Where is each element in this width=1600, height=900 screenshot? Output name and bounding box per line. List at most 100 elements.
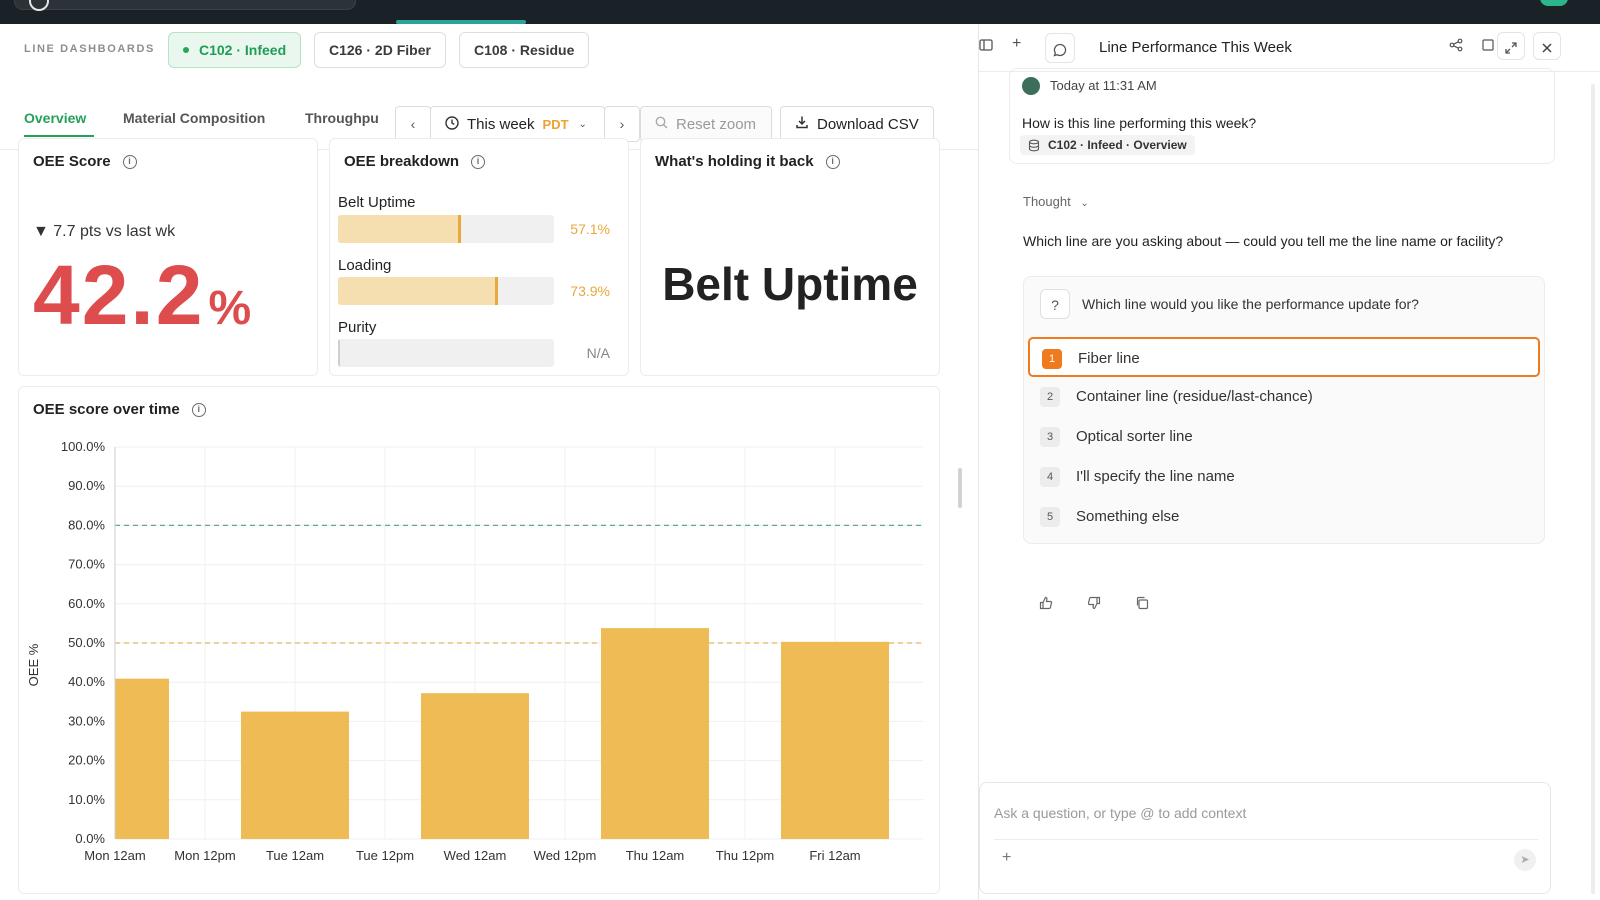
- y-tick-label: 30.0%: [68, 713, 105, 728]
- clock-icon: [445, 115, 459, 133]
- thought-label: Thought: [1023, 194, 1071, 209]
- composer-divider: [994, 839, 1538, 840]
- tab-throughput[interactable]: Throughpu: [305, 110, 379, 126]
- option-fiber-line[interactable]: 1 Fiber line: [1028, 337, 1540, 377]
- breakdown-fill: [338, 339, 340, 367]
- option-specify-line[interactable]: 4 I'll specify the line name: [1028, 457, 1540, 497]
- option-optical-sorter-line[interactable]: 3 Optical sorter line: [1028, 417, 1540, 457]
- prev-week-button[interactable]: ‹: [395, 106, 431, 142]
- oee-breakdown-title: OEE breakdown i: [344, 153, 486, 170]
- active-tab-underline: [24, 135, 94, 137]
- option-number: 3: [1040, 427, 1060, 447]
- breakdown-fill: [338, 215, 462, 243]
- add-attachment-icon[interactable]: +: [1002, 849, 1011, 867]
- breakdown-bar-purity: [338, 339, 554, 367]
- line-dashboards-label: LINE DASHBOARDS: [24, 43, 155, 55]
- thumbs-up-icon[interactable]: [1039, 596, 1053, 613]
- bar-fri: [781, 641, 889, 839]
- chat-scrollbar[interactable]: [1591, 84, 1595, 894]
- tab-overview[interactable]: Overview: [24, 110, 86, 126]
- breakdown-value-loading: 73.9%: [570, 283, 610, 299]
- context-chip[interactable]: C102 · Infeed · Overview: [1020, 135, 1195, 155]
- option-label: Something else: [1076, 508, 1180, 525]
- oee-score-title: OEE Score i: [33, 153, 137, 170]
- message-text: How is this line performing this week?: [1022, 115, 1257, 131]
- user-avatar: [1022, 77, 1040, 95]
- sidebar-toggle-icon[interactable]: [979, 38, 993, 55]
- chat-composer[interactable]: Ask a question, or type @ to add context…: [979, 782, 1551, 894]
- y-tick-label: 0.0%: [75, 831, 105, 846]
- x-tick-label: Wed 12am: [444, 848, 507, 863]
- date-range-label: This week: [467, 115, 535, 133]
- x-tick-label: Tue 12am: [266, 848, 324, 863]
- y-tick-label: 70.0%: [68, 557, 105, 572]
- card-title-text: OEE Score: [33, 153, 111, 170]
- breakdown-label-purity: Purity: [338, 319, 377, 336]
- layout-icon[interactable]: [1482, 38, 1494, 55]
- send-icon[interactable]: ➤: [1514, 849, 1536, 871]
- option-label: Container line (residue/last-chance): [1076, 388, 1313, 405]
- info-icon[interactable]: i: [825, 154, 840, 169]
- clarifying-question-card: ? Which line would you like the performa…: [1023, 276, 1545, 544]
- bar-wed: [421, 693, 529, 839]
- x-tick-label: Mon 12am: [84, 848, 145, 863]
- question-title: Which line would you like the performanc…: [1082, 296, 1419, 312]
- os-top-bar: [0, 0, 1600, 24]
- chevron-down-icon: ⌄: [578, 118, 587, 130]
- option-something-else[interactable]: 5 Something else: [1028, 497, 1540, 537]
- copy-icon[interactable]: [1135, 596, 1149, 613]
- breakdown-bar-loading: [338, 277, 554, 305]
- breakdown-label-loading: Loading: [338, 257, 392, 274]
- line-dashboard: LINE DASHBOARDS C102 · Infeed C126 · 2D …: [0, 24, 978, 900]
- oee-breakdown-card: OEE breakdown i Belt Uptime 57.1% Loadin…: [329, 138, 629, 376]
- info-icon[interactable]: i: [471, 154, 486, 169]
- url-bar[interactable]: [14, 0, 356, 11]
- breakdown-label-belt-uptime: Belt Uptime: [338, 194, 416, 211]
- y-tick-label: 50.0%: [68, 635, 105, 650]
- option-container-line[interactable]: 2 Container line (residue/last-chance): [1028, 377, 1540, 417]
- info-icon[interactable]: i: [122, 154, 137, 169]
- card-title-text: What's holding it back: [655, 153, 814, 170]
- thumbs-down-icon[interactable]: [1087, 596, 1101, 613]
- option-number: 2: [1040, 387, 1060, 407]
- oee-bar-chart[interactable]: 0.0% 10.0% 20.0% 30.0% 40.0% 50.0% 60.0% 70.0% 8…: [19, 387, 941, 895]
- x-tick-label: Wed 12pm: [534, 848, 597, 863]
- line-tab-c126[interactable]: C126 · 2D Fiber: [314, 32, 446, 68]
- y-tick-label: 10.0%: [68, 792, 105, 807]
- breakdown-value-purity: N/A: [586, 345, 610, 361]
- holding-back-card: What's holding it back i Belt Uptime: [640, 138, 940, 376]
- reload-icon[interactable]: [29, 0, 49, 11]
- user-avatar[interactable]: [1540, 0, 1568, 6]
- date-range-select[interactable]: This week PDT ⌄: [430, 106, 605, 142]
- panel-resize-handle[interactable]: [958, 468, 962, 508]
- timezone-badge: PDT: [542, 116, 569, 132]
- option-number: 5: [1040, 507, 1060, 527]
- close-icon[interactable]: [1533, 32, 1561, 60]
- download-icon: [795, 115, 809, 133]
- search-icon: [655, 116, 668, 133]
- new-chat-icon[interactable]: +: [1012, 35, 1021, 53]
- reset-zoom-button[interactable]: Reset zoom: [640, 106, 772, 142]
- y-tick-label: 80.0%: [68, 517, 105, 532]
- chat-bubble-icon[interactable]: [1045, 33, 1075, 63]
- expand-icon[interactable]: [1497, 32, 1525, 60]
- download-csv-label: Download CSV: [817, 115, 919, 133]
- line-tab-c108[interactable]: C108 · Residue: [459, 32, 590, 68]
- option-number: 4: [1040, 467, 1060, 487]
- line-tab-c102[interactable]: C102 · Infeed: [168, 32, 302, 68]
- next-week-button[interactable]: ›: [604, 106, 640, 142]
- line-tabs: LINE DASHBOARDS C102 · Infeed C126 · 2D …: [0, 24, 978, 76]
- y-tick-label: 60.0%: [68, 596, 105, 611]
- oee-score-value: 42.2%: [33, 247, 253, 344]
- download-csv-button[interactable]: Download CSV: [780, 106, 934, 142]
- oee-over-time-card: OEE score over time i 0.0% 10.0% 20.0% 30.0…: [18, 386, 940, 894]
- thought-toggle[interactable]: Thought ⌄: [1023, 194, 1089, 209]
- option-number: 1: [1042, 349, 1062, 369]
- tab-material-composition[interactable]: Material Composition: [123, 110, 265, 126]
- oee-score-card: OEE Score i ▼ 7.7 pts vs last wk 42.2%: [18, 138, 318, 376]
- oee-score-number: 42.2: [33, 248, 205, 342]
- composer-input[interactable]: Ask a question, or type @ to add context: [994, 805, 1246, 821]
- share-icon[interactable]: [1449, 38, 1463, 55]
- oee-delta: ▼ 7.7 pts vs last wk: [33, 223, 176, 240]
- y-tick-label: 20.0%: [68, 753, 105, 768]
